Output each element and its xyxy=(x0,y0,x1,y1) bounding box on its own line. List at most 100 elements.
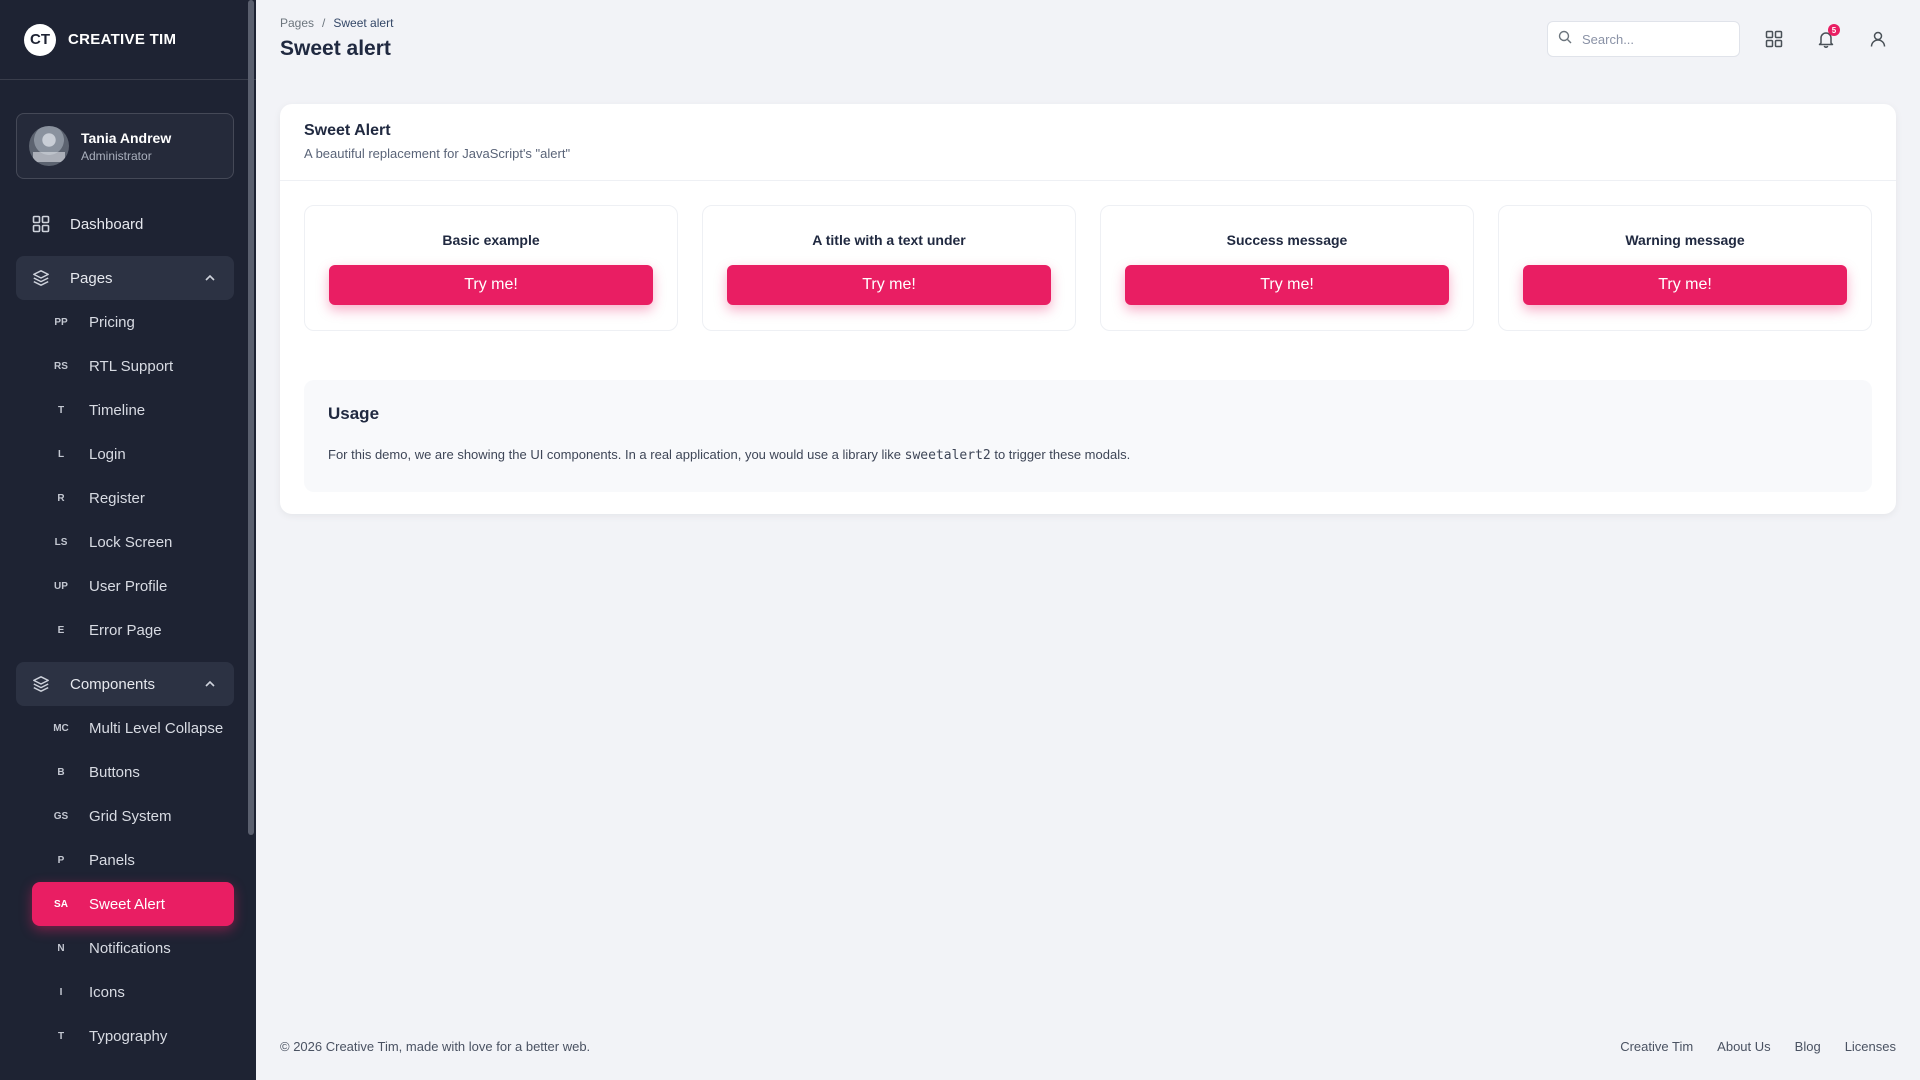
footer-link-licenses[interactable]: Licenses xyxy=(1845,1039,1896,1054)
sidebar-item-lock-screen[interactable]: LS Lock Screen xyxy=(32,520,234,564)
footer-link-creative-tim[interactable]: Creative Tim xyxy=(1620,1039,1693,1054)
breadcrumb: Pages / Sweet alert xyxy=(280,16,393,30)
try-me-button-success[interactable]: Try me! xyxy=(1125,265,1449,305)
apps-icon[interactable] xyxy=(1763,28,1785,50)
footer-link-about-us[interactable]: About Us xyxy=(1717,1039,1770,1054)
sidebar-item-label: Notifications xyxy=(89,939,171,957)
example-title-with-text: A title with a text under Try me! xyxy=(702,205,1076,331)
sidebar-item-label: RTL Support xyxy=(89,357,174,375)
sidebar-item-pricing[interactable]: PP Pricing xyxy=(32,300,234,344)
item-abbr: UP xyxy=(54,580,68,592)
example-warning: Warning message Try me! xyxy=(1498,205,1872,331)
user-account-icon[interactable] xyxy=(1867,28,1889,50)
card-title: Sweet Alert xyxy=(304,122,391,139)
item-abbr: R xyxy=(57,492,65,504)
item-abbr: P xyxy=(57,854,65,866)
try-me-button-basic[interactable]: Try me! xyxy=(329,265,653,305)
item-abbr: T xyxy=(57,1030,65,1042)
sidebar-item-user-profile[interactable]: UP User Profile xyxy=(32,564,234,608)
usage-text-before: For this demo, we are showing the UI com… xyxy=(328,447,905,462)
sidebar-item-label: Lock Screen xyxy=(89,533,173,551)
search-input[interactable] xyxy=(1582,31,1722,47)
examples-row: Basic example Try me! A title with a tex… xyxy=(304,205,1872,331)
item-abbr: PP xyxy=(54,316,68,328)
item-abbr: LS xyxy=(54,536,68,548)
user-card[interactable]: Tania Andrew Administrator xyxy=(16,113,234,179)
breadcrumb-separator: / xyxy=(322,16,326,30)
breadcrumb-current: Sweet alert xyxy=(333,16,394,30)
sidebar-group-label: Pages xyxy=(70,269,113,287)
sidebar-item-label: Typography xyxy=(89,1027,168,1045)
item-abbr: MC xyxy=(53,722,69,734)
sidebar-item-grid-system[interactable]: GS Grid System xyxy=(32,794,234,838)
example-basic: Basic example Try me! xyxy=(304,205,678,331)
sidebar-item-label: Register xyxy=(89,489,145,507)
item-abbr: B xyxy=(57,766,65,778)
sidebar-item-multi-level-collapse[interactable]: MC Multi Level Collapse xyxy=(32,706,234,750)
breadcrumb-parent[interactable]: Pages xyxy=(280,16,314,30)
sidebar-scrollbar[interactable] xyxy=(248,0,254,835)
sidebar-item-panels[interactable]: P Panels xyxy=(32,838,234,882)
chevron-up-icon xyxy=(204,677,216,694)
example-success: Success message Try me! xyxy=(1100,205,1474,331)
footer-link-blog[interactable]: Blog xyxy=(1795,1039,1821,1054)
sidebar-item-label: User Profile xyxy=(89,577,168,595)
item-abbr: I xyxy=(59,986,63,998)
usage-title: Usage xyxy=(328,404,380,423)
item-abbr: RS xyxy=(54,360,68,372)
example-title: Basic example xyxy=(442,232,540,248)
notification-badge: 5 xyxy=(1828,24,1840,36)
brand-name: CREATIVE TIM xyxy=(68,31,177,48)
footer-links: Creative Tim About Us Blog Licenses xyxy=(1620,1039,1896,1054)
sidebar-item-error-page[interactable]: E Error Page xyxy=(32,608,234,652)
sidebar-item-label: Login xyxy=(89,445,126,463)
usage-panel: Usage For this demo, we are showing the … xyxy=(304,380,1872,492)
usage-code: sweetalert2 xyxy=(904,448,991,463)
sidebar-item-label: Error Page xyxy=(89,621,162,639)
usage-text: For this demo, we are showing the UI com… xyxy=(328,447,1848,463)
sidebar-item-buttons[interactable]: B Buttons xyxy=(32,750,234,794)
sidebar-item-label: Timeline xyxy=(89,401,146,419)
item-abbr: L xyxy=(57,448,65,460)
sidebar-item-register[interactable]: R Register xyxy=(32,476,234,520)
notifications-bell-icon[interactable]: 5 xyxy=(1815,24,1840,50)
search-icon xyxy=(1558,30,1572,49)
item-abbr: GS xyxy=(53,810,69,822)
sidebar-item-sweet-alert[interactable]: SA Sweet Alert xyxy=(32,882,234,926)
avatar xyxy=(29,126,69,166)
sidebar-group-components[interactable]: Components xyxy=(16,662,234,706)
try-me-button-warning[interactable]: Try me! xyxy=(1523,265,1847,305)
sweet-alert-card: Sweet Alert A beautiful replacement for … xyxy=(280,104,1896,514)
sidebar-item-rtl-support[interactable]: RS RTL Support xyxy=(32,344,234,388)
sidebar-item-label: Dashboard xyxy=(70,215,144,233)
brand[interactable]: CT CREATIVE TIM xyxy=(0,0,256,80)
user-name: Tania Andrew xyxy=(81,129,172,146)
sidebar-item-label: Sweet Alert xyxy=(89,895,165,913)
example-title: Success message xyxy=(1226,232,1348,248)
dashboard-icon xyxy=(32,215,50,233)
sidebar-item-login[interactable]: L Login xyxy=(32,432,234,476)
try-me-button-title-text[interactable]: Try me! xyxy=(727,265,1051,305)
sidebar-item-label: Icons xyxy=(89,983,125,1001)
layers-icon xyxy=(32,269,50,287)
page-title: Sweet alert xyxy=(280,37,391,60)
card-subtitle: A beautiful replacement for JavaScript's… xyxy=(304,146,571,161)
item-abbr: E xyxy=(57,624,65,636)
search-box[interactable] xyxy=(1547,21,1740,57)
sidebar-group-pages[interactable]: Pages xyxy=(16,256,234,300)
example-title: A title with a text under xyxy=(812,232,966,248)
sidebar-item-label: Grid System xyxy=(89,807,172,825)
item-abbr: SA xyxy=(54,898,68,910)
sidebar-item-dashboard[interactable]: Dashboard xyxy=(16,202,234,246)
sidebar-item-icons[interactable]: I Icons xyxy=(32,970,234,1014)
sidebar-item-notifications[interactable]: N Notifications xyxy=(32,926,234,970)
sidebar-item-label: Multi Level Collapse xyxy=(89,719,224,737)
item-abbr: N xyxy=(57,942,65,954)
footer-copyright: © 2026 Creative Tim, made with love for … xyxy=(280,1039,591,1054)
sidebar-item-timeline[interactable]: T Timeline xyxy=(32,388,234,432)
layers-icon xyxy=(32,675,50,693)
sidebar: CT CREATIVE TIM Tania Andrew Administrat… xyxy=(0,0,256,1080)
sidebar-item-typography[interactable]: T Typography xyxy=(32,1014,234,1058)
brand-logo: CT xyxy=(24,23,56,56)
example-title: Warning message xyxy=(1625,232,1745,248)
